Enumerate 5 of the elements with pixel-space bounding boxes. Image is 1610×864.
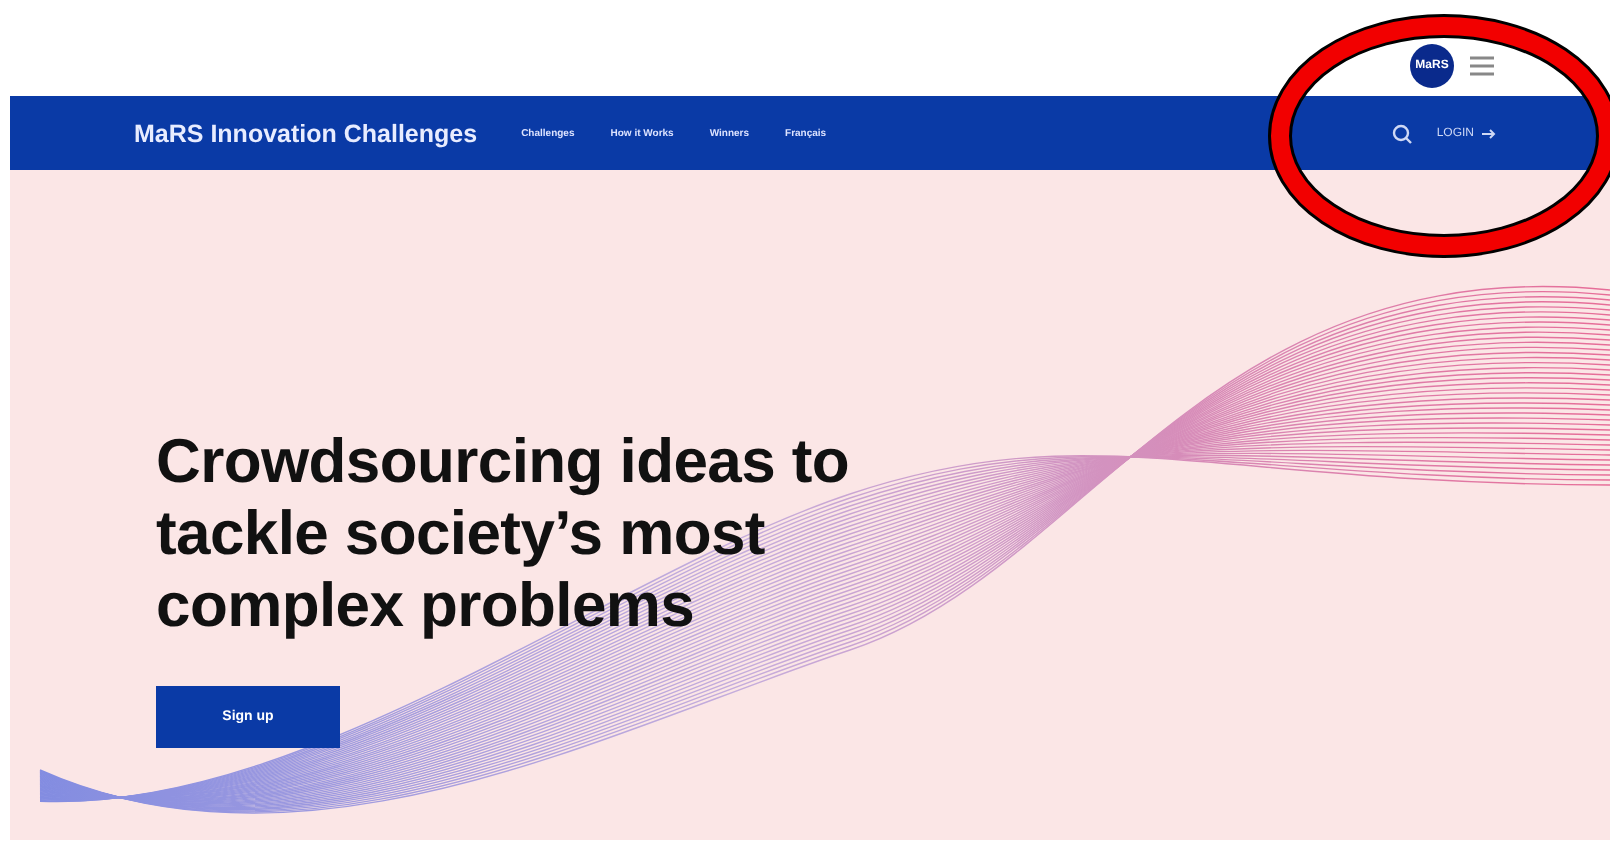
search-icon[interactable] [1392,123,1413,143]
hero-heading: Crowdsourcing ideas to tackle society’s most complex problems [156,426,851,642]
site-title[interactable]: MaRS Innovation Challenges [134,119,478,147]
login-icon [1480,125,1498,141]
menu-icon[interactable] [1470,56,1494,76]
